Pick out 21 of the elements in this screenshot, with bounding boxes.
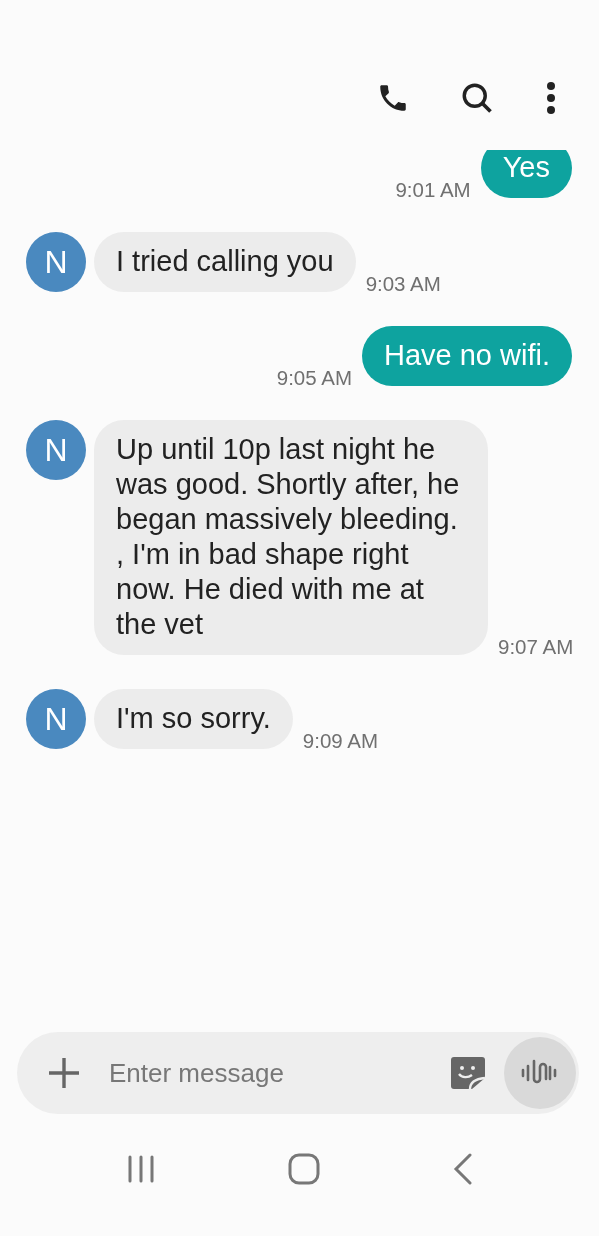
message-time: 9:01 AM — [395, 178, 471, 202]
message-bubble: Have no wifi. — [362, 326, 572, 386]
contact-avatar: N — [26, 420, 86, 480]
recent-apps-icon[interactable] — [126, 1155, 157, 1183]
sticker-icon[interactable] — [450, 1055, 486, 1091]
message-time: 9:03 AM — [365, 272, 441, 296]
voice-button[interactable] — [504, 1037, 576, 1109]
back-icon[interactable] — [452, 1153, 473, 1185]
message-bubble: I'm so sorry. — [94, 689, 293, 749]
message-bubble: I tried calling you — [94, 232, 356, 292]
message-input[interactable]: Enter message — [107, 1056, 450, 1090]
message-bubble: Up until 10p last night he was good. Shortly after, he began massively bleeding. , I'm in bad shape right now. He died with me at the vet — [94, 420, 488, 655]
message-time: 9:07 AM — [498, 635, 574, 659]
message-time: 9:05 AM — [276, 366, 352, 390]
contact-avatar: N — [26, 689, 86, 749]
message-time: 9:09 AM — [302, 729, 379, 753]
contact-avatar: N — [26, 232, 86, 292]
message-bubble: Yes — [480, 150, 572, 198]
home-icon[interactable] — [288, 1153, 321, 1185]
add-icon[interactable] — [47, 1056, 81, 1090]
message-composer[interactable]: Enter message — [17, 1032, 579, 1114]
